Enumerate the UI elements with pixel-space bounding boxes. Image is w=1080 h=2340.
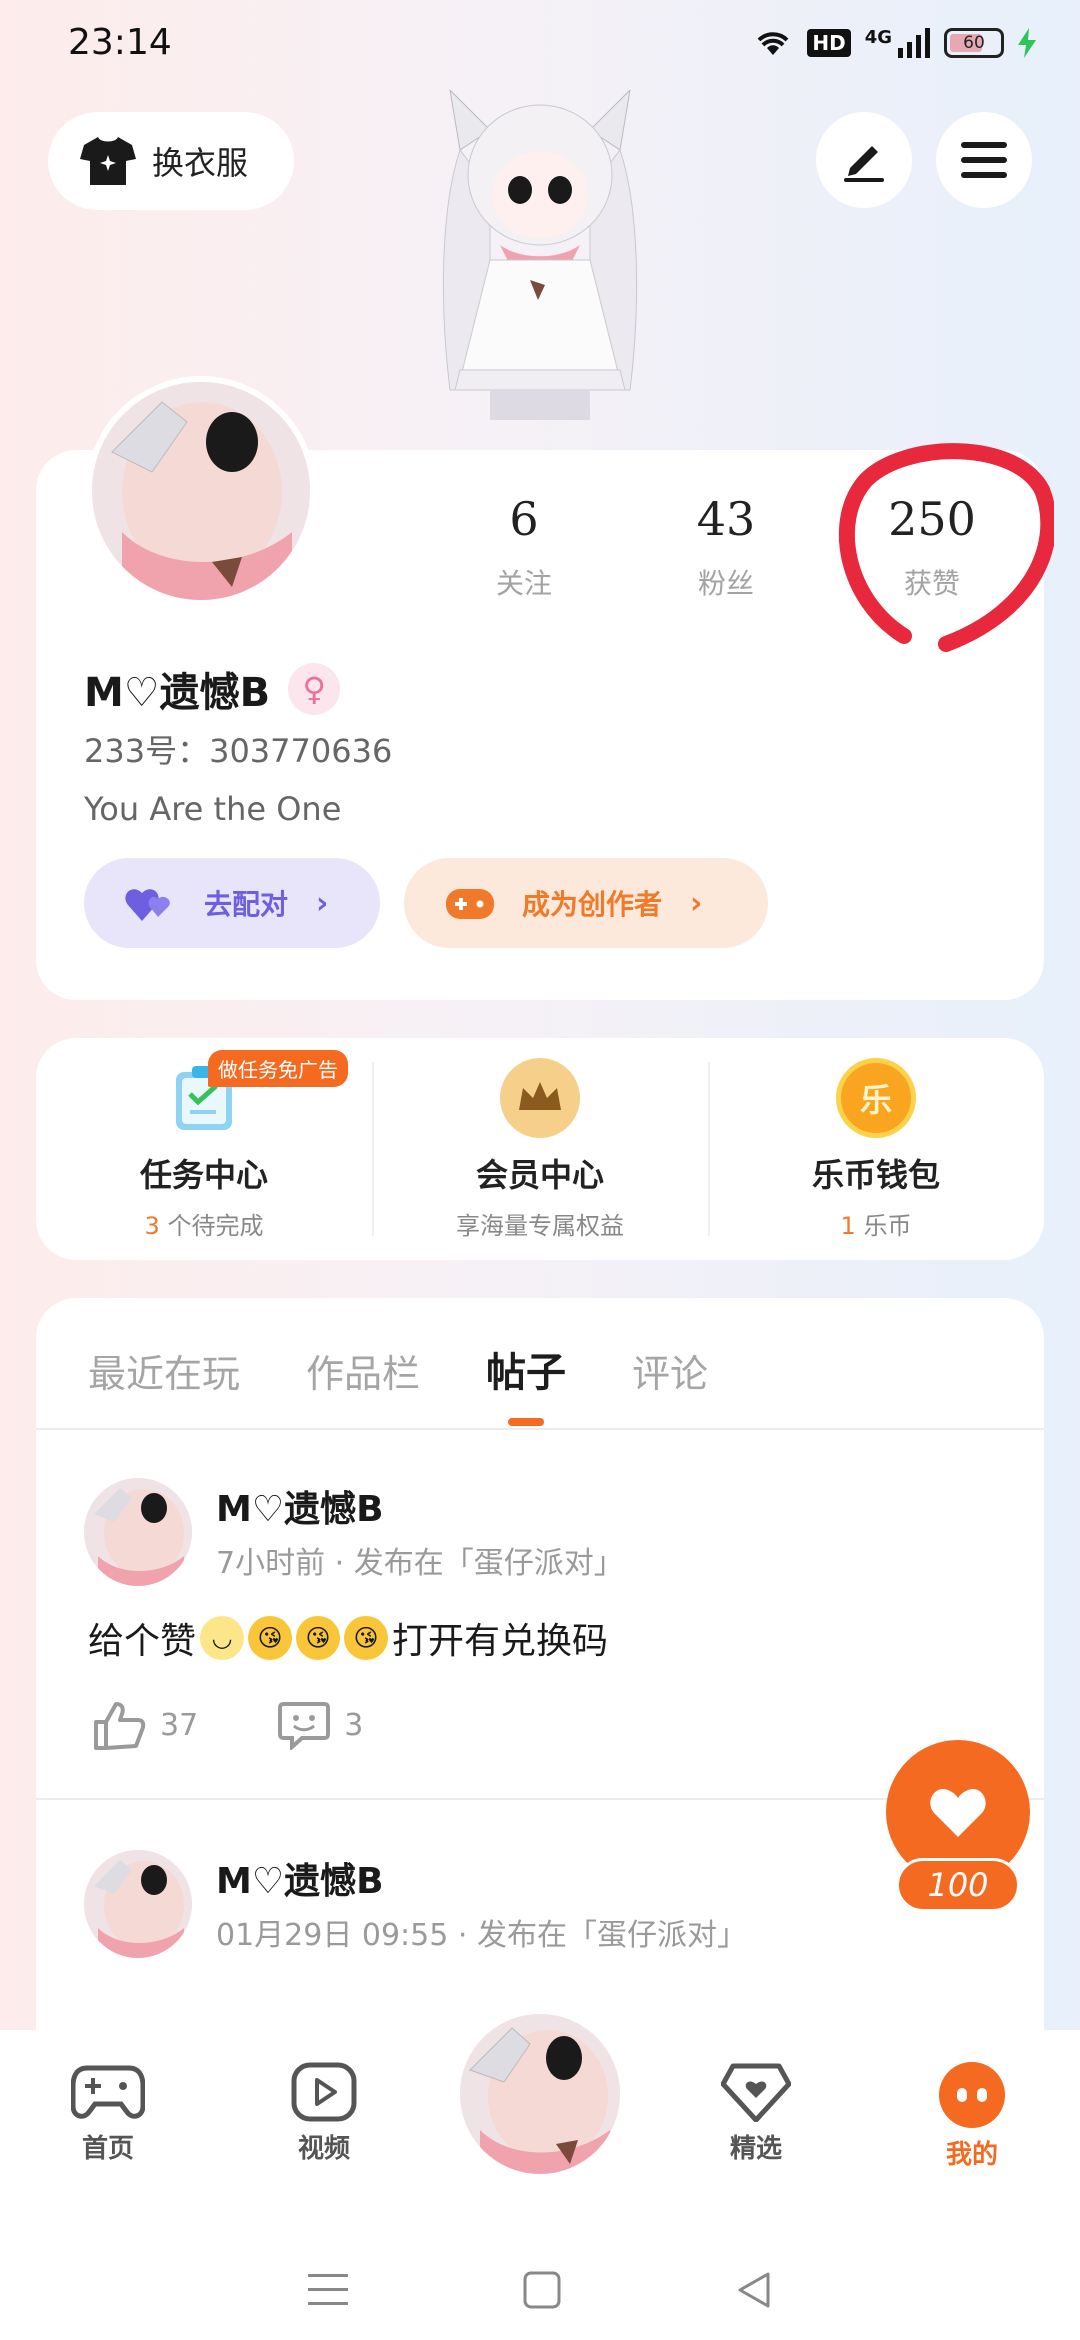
like-button[interactable]: 37: [92, 1700, 198, 1750]
profile-tabs: 最近在玩 作品栏 帖子 评论: [88, 1340, 708, 1426]
no-ads-tag: 做任务免广告: [208, 1050, 348, 1087]
character-avatar-3d[interactable]: [420, 90, 660, 450]
coin-icon: 乐: [836, 1058, 916, 1138]
smile-emoji-icon: ◡: [200, 1616, 245, 1660]
post-content[interactable]: 给个赞 ◡ 😘 😘 😘 打开有兑换码: [88, 1612, 608, 1664]
task-center-title: 任务中心: [139, 1156, 268, 1194]
post-text-suffix: 打开有兑换码: [392, 1621, 609, 1662]
home-icon[interactable]: [523, 2271, 561, 2309]
recents-icon[interactable]: [307, 2272, 348, 2308]
become-creator-button[interactable]: 成为创作者 ›: [404, 858, 768, 948]
comment-icon: [278, 1702, 331, 1750]
coin-wallet-sub: 1 乐币: [840, 1212, 912, 1240]
battery-icon: 60: [944, 28, 1004, 58]
hearts-icon: [125, 889, 170, 921]
crown-icon: [500, 1058, 580, 1138]
post-author-name[interactable]: M♡遗憾B: [216, 1480, 384, 1532]
menu-button[interactable]: [936, 112, 1032, 208]
post-author-name[interactable]: M♡遗憾B: [216, 1852, 384, 1904]
tshirt-icon: [80, 137, 136, 185]
heart-badge-icon: [721, 2063, 791, 2122]
like-count: 37: [160, 1707, 199, 1743]
pair-button[interactable]: 去配对 ›: [84, 858, 380, 948]
kiss-emoji-icon: 😘: [296, 1616, 341, 1660]
post-author-avatar[interactable]: [84, 1478, 192, 1586]
play-icon: [291, 2062, 357, 2122]
chevron-right-icon: ›: [316, 885, 329, 921]
kiss-emoji-icon: 😘: [248, 1616, 293, 1660]
wifi-icon: [757, 32, 789, 55]
back-icon[interactable]: [736, 2271, 772, 2309]
nav-me-label: 我的: [945, 2140, 998, 2170]
signal-icon: [898, 28, 930, 58]
nav-video[interactable]: 视频: [254, 2062, 394, 2165]
post-meta: 7小时前 · 发布在「蛋仔派对」: [216, 1546, 624, 1581]
tab-comments[interactable]: 评论: [632, 1343, 708, 1398]
nav-center-avatar[interactable]: [454, 2008, 626, 2180]
coin-wallet-title: 乐币钱包: [811, 1156, 940, 1194]
edit-icon: [844, 146, 884, 182]
following-label: 关注: [495, 567, 552, 600]
post-author-avatar[interactable]: [84, 1850, 192, 1958]
divider: [36, 1428, 1044, 1430]
edit-button[interactable]: [816, 112, 912, 208]
chevron-right-icon: ›: [690, 885, 703, 921]
nav-me[interactable]: 我的: [902, 2062, 1042, 2171]
kiss-emoji-icon: 😘: [344, 1616, 389, 1660]
coin-wallet[interactable]: 乐 乐币钱包 1 乐币: [708, 1038, 1044, 1260]
comment-button[interactable]: 3: [278, 1700, 363, 1750]
floating-like-count: 100: [896, 1858, 1020, 1912]
services-card: 任务中心 3 个待完成 做任务免广告 会员中心 享海量专属权益 乐 乐币钱包 1…: [36, 1038, 1044, 1260]
thumbs-up-icon: [94, 1702, 146, 1750]
comment-count: 3: [344, 1707, 364, 1743]
system-nav: [0, 2240, 1080, 2340]
pair-label: 去配对: [204, 888, 289, 921]
nav-featured[interactable]: 精选: [686, 2062, 826, 2165]
change-outfit-label: 换衣服: [152, 144, 249, 182]
network-type: 4G: [864, 26, 892, 48]
me-icon: [939, 2062, 1005, 2128]
nickname: M♡遗憾B: [84, 670, 271, 716]
following-count: 6: [509, 492, 539, 546]
tab-posts[interactable]: 帖子: [486, 1340, 566, 1426]
bio: You Are the One: [84, 790, 342, 828]
status-icons: HD 4G 60: [753, 26, 1036, 58]
annotation-circle: [838, 443, 1054, 652]
charging-icon: [1018, 28, 1036, 58]
member-center-title: 会员中心: [475, 1156, 604, 1194]
post-actions: 37 3: [92, 1700, 363, 1750]
nickname-row: M♡遗憾B ♀: [84, 660, 341, 718]
member-center[interactable]: 会员中心 享海量专属权益: [372, 1038, 708, 1260]
nav-video-label: 视频: [297, 2134, 350, 2164]
change-outfit-button[interactable]: 换衣服: [48, 112, 294, 210]
post-meta: 01月29日 09:55 · 发布在「蛋仔派对」: [216, 1918, 747, 1953]
post-text-prefix: 给个赞: [88, 1621, 197, 1662]
stat-followers[interactable]: 43 粉丝: [646, 492, 806, 602]
gamepad-icon: [71, 2065, 145, 2119]
followers-label: 粉丝: [697, 567, 754, 600]
task-center[interactable]: 任务中心 3 个待完成 做任务免广告: [36, 1038, 372, 1260]
nav-home[interactable]: 首页: [38, 2062, 178, 2165]
stat-following[interactable]: 6 关注: [444, 492, 604, 602]
task-center-sub: 3 个待完成: [144, 1212, 264, 1240]
user-id[interactable]: 233号：303770636: [84, 726, 392, 772]
nav-featured-label: 精选: [729, 2134, 782, 2164]
menu-icon: [961, 142, 1007, 178]
status-time: 23:14: [68, 22, 172, 63]
heart-icon: [930, 1789, 986, 1837]
followers-count: 43: [696, 492, 756, 546]
hd-badge: HD: [807, 29, 851, 57]
tab-recently-played[interactable]: 最近在玩: [88, 1343, 240, 1398]
member-center-sub: 享海量专属权益: [456, 1212, 624, 1240]
nav-home-label: 首页: [81, 2134, 134, 2164]
tab-works[interactable]: 作品栏: [306, 1343, 420, 1398]
female-gender-icon: ♀: [288, 663, 341, 715]
become-creator-label: 成为创作者: [522, 888, 663, 921]
avatar[interactable]: [86, 376, 316, 606]
gamepad-plus-icon: [446, 889, 494, 919]
